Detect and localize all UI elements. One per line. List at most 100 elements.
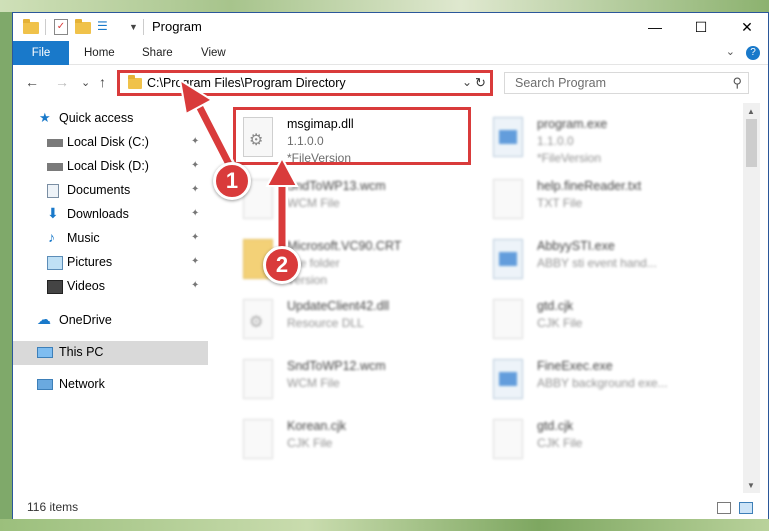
pin-icon[interactable]: ✦ bbox=[191, 280, 199, 291]
file-item-gtd-cjk-2[interactable]: gtd.cjk CJK File bbox=[485, 413, 715, 473]
expand-ribbon-icon[interactable]: ⌄ bbox=[726, 46, 735, 58]
pin-icon[interactable]: ✦ bbox=[191, 208, 199, 219]
customize-toolbar-icon[interactable]: ☰ bbox=[97, 19, 111, 35]
file-name: Korean.cjk bbox=[287, 419, 347, 433]
file-type: WCM File bbox=[287, 376, 340, 390]
refresh-icon[interactable]: ↻ bbox=[475, 75, 486, 91]
toolbar-divider bbox=[45, 19, 46, 35]
tab-view[interactable]: View bbox=[201, 41, 226, 65]
file-name: SndToWP13.wcm bbox=[287, 179, 386, 193]
sidebar-item-label: OneDrive bbox=[59, 313, 112, 327]
chevron-down-icon[interactable]: ▼ bbox=[129, 22, 138, 38]
sidebar-item-music[interactable]: ♪ Music ✦ bbox=[13, 227, 208, 251]
file-name: gtd.cjk bbox=[537, 419, 574, 433]
pin-icon[interactable]: ✦ bbox=[191, 256, 199, 267]
sidebar-item-documents[interactable]: Documents ✦ bbox=[13, 179, 208, 203]
file-item-gtd-cjk[interactable]: gtd.cjk CJK File bbox=[485, 293, 715, 353]
details-view-icon[interactable] bbox=[717, 502, 731, 514]
sidebar-item-quick-access[interactable]: ★ Quick access bbox=[13, 107, 208, 131]
exe-file-icon bbox=[493, 239, 523, 279]
file-type: TXT File bbox=[537, 196, 583, 210]
cloud-icon: ☁ bbox=[37, 311, 51, 327]
sidebar-item-pictures[interactable]: Pictures ✦ bbox=[13, 251, 208, 275]
minimize-button[interactable]: — bbox=[632, 13, 678, 41]
drive-icon bbox=[47, 139, 63, 147]
ribbon-controls: ⌄ ? bbox=[726, 45, 760, 60]
file-item-fineexec-exe[interactable]: FineExec.exe ABBY background exe... bbox=[485, 353, 715, 413]
sidebar-item-label: This PC bbox=[59, 345, 104, 359]
ribbon-tabs: File Home Share View ⌄ ? bbox=[13, 41, 768, 65]
search-input[interactable]: Search Program ⚲ bbox=[504, 72, 749, 94]
search-icon[interactable]: ⚲ bbox=[732, 75, 742, 91]
tab-file[interactable]: File bbox=[13, 41, 69, 65]
file-item-sndtowp13[interactable]: SndToWP13.wcm WCM File bbox=[235, 173, 465, 233]
pin-icon[interactable]: ✦ bbox=[191, 160, 199, 171]
sidebar-item-label: Local Disk (D:) bbox=[67, 159, 149, 173]
file-type: CJK File bbox=[537, 316, 583, 330]
properties-icon[interactable]: ✓ bbox=[54, 19, 68, 35]
callout-badge-1: 1 bbox=[213, 162, 251, 200]
pin-icon[interactable]: ✦ bbox=[191, 184, 199, 195]
large-icons-view-icon[interactable] bbox=[739, 502, 753, 514]
file-type: ABBY background exe... bbox=[537, 376, 668, 390]
title-divider bbox=[143, 19, 144, 35]
tab-home[interactable]: Home bbox=[84, 41, 115, 65]
help-icon[interactable]: ? bbox=[746, 46, 760, 60]
sidebar-item-videos[interactable]: Videos ✦ bbox=[13, 275, 208, 299]
vertical-scrollbar[interactable]: ▲ ▼ bbox=[743, 103, 760, 493]
star-icon: ★ bbox=[39, 110, 51, 125]
desktop-wallpaper-bottom bbox=[0, 519, 769, 531]
pin-icon[interactable]: ✦ bbox=[191, 232, 199, 243]
file-item-sndtowp12[interactable]: SndToWP12.wcm WCM File bbox=[235, 353, 465, 413]
file-item-updateclient42[interactable]: UpdateClient42.dll Resource DLL bbox=[235, 293, 465, 353]
file-item-korean-cjk[interactable]: Korean.cjk CJK File bbox=[235, 413, 465, 473]
scroll-thumb[interactable] bbox=[746, 119, 757, 167]
file-icon bbox=[493, 299, 523, 339]
sidebar-item-this-pc[interactable]: This PC bbox=[13, 341, 208, 365]
sidebar-item-local-disk-d[interactable]: Local Disk (D:) ✦ bbox=[13, 155, 208, 179]
file-type: CJK File bbox=[287, 436, 333, 450]
file-type: CJK File bbox=[537, 436, 583, 450]
window-title: Program bbox=[152, 19, 202, 34]
scroll-up-icon[interactable]: ▲ bbox=[747, 107, 755, 116]
close-button[interactable]: ✕ bbox=[724, 13, 769, 41]
network-icon bbox=[37, 379, 53, 390]
new-folder-icon[interactable] bbox=[75, 19, 91, 35]
sidebar-item-local-disk-c[interactable]: Local Disk (C:) ✦ bbox=[13, 131, 208, 155]
sidebar-item-label: Videos bbox=[67, 279, 105, 293]
file-version: 1.1.0.0 bbox=[537, 134, 574, 148]
file-item-abbyysti-exe[interactable]: AbbyySTI.exe ABBY sti event hand... bbox=[485, 233, 715, 293]
forward-button[interactable]: → bbox=[55, 74, 69, 90]
file-explorer-window: ✓ ☰ ▼ Program — ☐ ✕ File Home Share View… bbox=[12, 12, 769, 519]
file-icon bbox=[493, 179, 523, 219]
pin-icon[interactable]: ✦ bbox=[191, 136, 199, 147]
file-item-help-txt[interactable]: help.fineReader.txt TXT File bbox=[485, 173, 715, 233]
file-name: SndToWP12.wcm bbox=[287, 359, 386, 373]
sidebar-item-label: Downloads bbox=[67, 207, 129, 221]
back-button[interactable]: ← bbox=[25, 74, 39, 90]
music-icon: ♪ bbox=[48, 229, 55, 245]
exe-file-icon bbox=[493, 359, 523, 399]
file-item-program-exe[interactable]: program.exe 1.1.0.0 *FileVersion bbox=[485, 111, 715, 171]
dll-file-icon bbox=[243, 299, 273, 339]
scroll-down-icon[interactable]: ▼ bbox=[747, 481, 755, 490]
file-name: gtd.cjk bbox=[537, 299, 574, 313]
file-highlight-box bbox=[233, 107, 471, 165]
sidebar-item-network[interactable]: Network bbox=[13, 373, 208, 397]
tab-share[interactable]: Share bbox=[142, 41, 173, 65]
up-button[interactable]: ↑ bbox=[99, 74, 106, 90]
file-name: Microsoft.VC90.CRT bbox=[287, 239, 402, 253]
sidebar-item-onedrive[interactable]: ☁ OneDrive bbox=[13, 309, 208, 333]
file-name: FineExec.exe bbox=[537, 359, 613, 373]
pictures-icon bbox=[47, 256, 63, 270]
maximize-button[interactable]: ☐ bbox=[678, 13, 724, 41]
recent-locations-button[interactable]: ⌄ bbox=[81, 76, 90, 89]
documents-icon bbox=[47, 184, 59, 198]
computer-icon bbox=[37, 347, 53, 358]
file-icon bbox=[243, 359, 273, 399]
file-name: UpdateClient42.dll bbox=[287, 299, 390, 313]
sidebar-item-downloads[interactable]: ⬇ Downloads ✦ bbox=[13, 203, 208, 227]
file-icon bbox=[243, 419, 273, 459]
navigation-pane: ★ Quick access Local Disk (C:) ✦ Local D… bbox=[13, 103, 208, 493]
download-icon: ⬇ bbox=[47, 205, 59, 221]
